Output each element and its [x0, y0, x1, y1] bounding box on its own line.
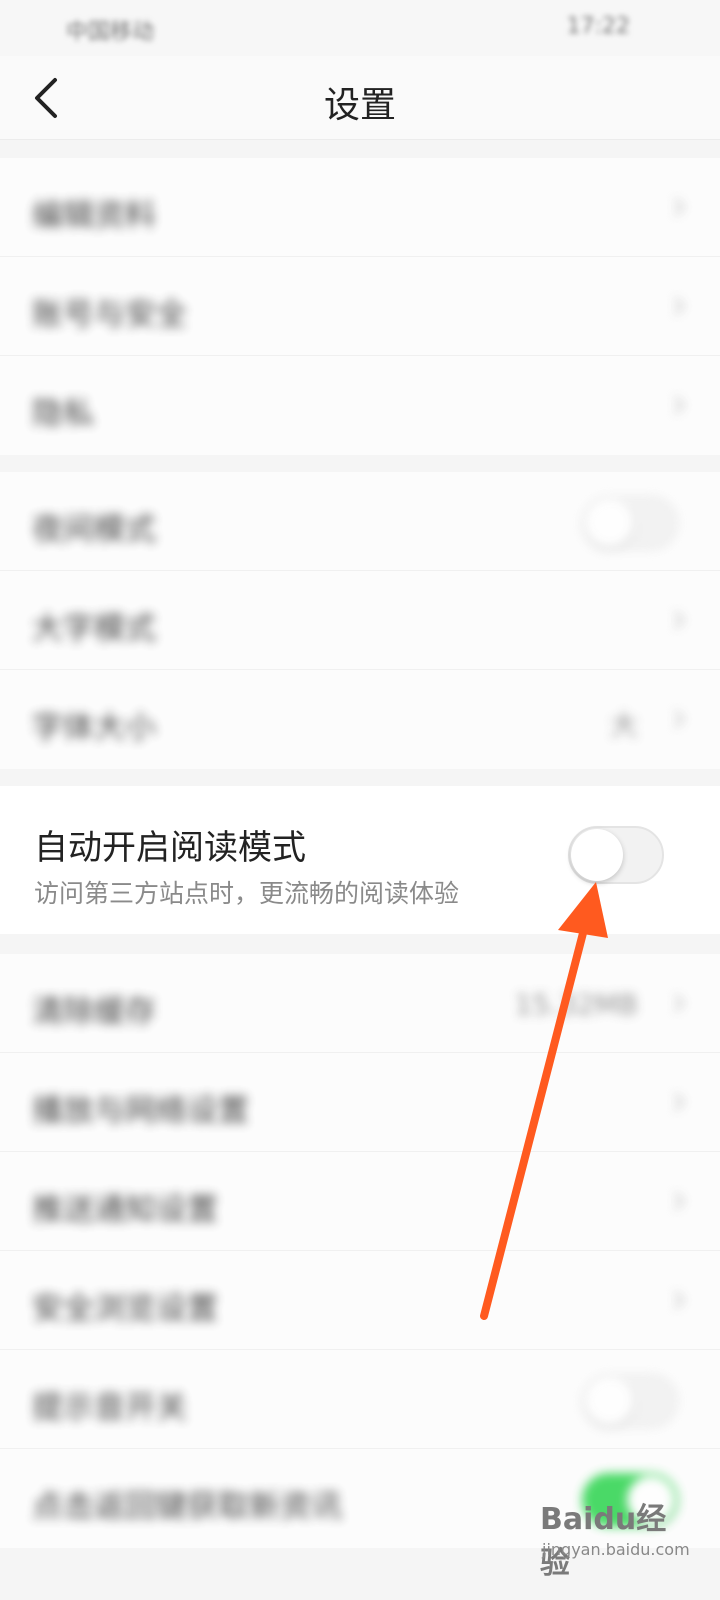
row-value: 15.32MB	[514, 988, 638, 1021]
settings-group-general: 清除缓存 15.32MB 播放与网络设置 推送通知设置 安全浏览设置 提示音开关…	[0, 954, 720, 1548]
row-label: 字体大小	[32, 710, 156, 746]
watermark-url: jingyan.baidu.com	[542, 1540, 690, 1559]
chevron-right-icon	[674, 1093, 685, 1111]
chevron-right-icon	[674, 1291, 685, 1309]
row-label: 提示音开关	[32, 1390, 187, 1426]
chevron-right-icon	[674, 1192, 685, 1210]
row-label: 夜间模式	[32, 512, 156, 548]
row-label: 隐私	[32, 396, 94, 432]
page-title: 设置	[323, 85, 396, 126]
row-label: 账号与安全	[32, 297, 187, 333]
row-label: 播放与网络设置	[32, 1093, 249, 1129]
settings-row-edit-profile[interactable]: 编辑资料	[0, 158, 720, 257]
settings-row-push-notifications[interactable]: 推送通知设置	[0, 1152, 720, 1251]
settings-row-safe-browsing[interactable]: 安全浏览设置	[0, 1251, 720, 1350]
carrier-label: 中国移动	[66, 20, 155, 45]
status-bar: 中国移动 17:22	[0, 0, 720, 56]
settings-row-playback-network[interactable]: 播放与网络设置	[0, 1053, 720, 1152]
chevron-right-icon	[674, 611, 685, 629]
chevron-right-icon	[674, 396, 685, 414]
row-label: 安全浏览设置	[32, 1291, 218, 1327]
chevron-right-icon	[674, 198, 685, 216]
settings-row-account-security[interactable]: 账号与安全	[0, 257, 720, 356]
reading-mode-subtitle: 访问第三方站点时，更流畅的阅读体验	[34, 879, 460, 908]
settings-group-display: 夜间模式 大字模式 字体大小 大	[0, 472, 720, 769]
settings-row-font-size[interactable]: 字体大小 大	[0, 670, 720, 769]
toggle-knob	[585, 1377, 633, 1425]
night-mode-toggle[interactable]	[582, 496, 678, 550]
row-label: 清除缓存	[32, 994, 156, 1030]
toggle-knob	[571, 829, 623, 881]
row-value: 大	[609, 709, 638, 742]
status-time: 17:22	[566, 14, 630, 39]
reading-mode-title: 自动开启阅读模式	[34, 828, 306, 868]
settings-group-account: 编辑资料 账号与安全 隐私	[0, 158, 720, 455]
row-label: 推送通知设置	[32, 1192, 218, 1228]
settings-row-night-mode[interactable]: 夜间模式	[0, 472, 720, 571]
row-label: 编辑资料	[32, 198, 156, 234]
sound-toggle[interactable]	[582, 1374, 678, 1428]
settings-row-privacy[interactable]: 隐私	[0, 356, 720, 455]
chevron-right-icon	[674, 710, 685, 728]
row-label: 大字模式	[32, 611, 156, 647]
chevron-right-icon	[674, 994, 685, 1012]
toggle-knob	[585, 499, 633, 547]
header: 设置	[0, 56, 720, 140]
baidu-watermark: Baidu经验 jingyan.baidu.com	[540, 1494, 690, 1581]
settings-row-sound-switch[interactable]: 提示音开关	[0, 1350, 720, 1449]
settings-row-clear-cache[interactable]: 清除缓存 15.32MB	[0, 954, 720, 1053]
reading-mode-toggle[interactable]	[568, 826, 664, 884]
chevron-right-icon	[674, 297, 685, 315]
settings-row-large-text[interactable]: 大字模式	[0, 571, 720, 670]
settings-row-auto-reading-mode: 自动开启阅读模式 访问第三方站点时，更流畅的阅读体验	[0, 786, 720, 934]
watermark-brand: Baidu经验	[540, 1502, 667, 1581]
row-label: 点击返回键获取新资讯	[32, 1489, 342, 1525]
